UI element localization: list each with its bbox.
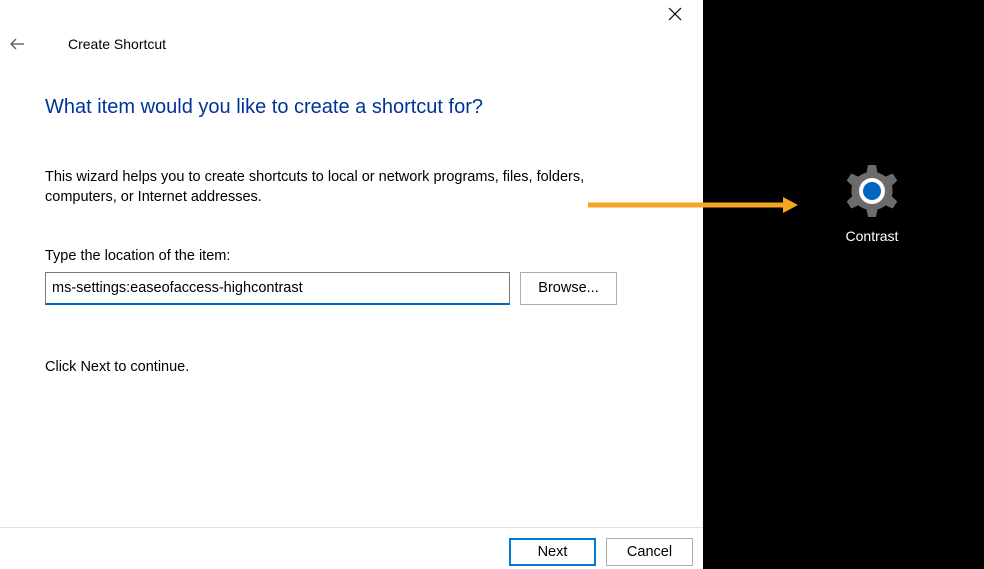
gear-icon — [843, 162, 901, 220]
location-input[interactable] — [45, 272, 510, 305]
wizard-description: This wizard helps you to create shortcut… — [45, 167, 605, 208]
cancel-button[interactable]: Cancel — [606, 538, 693, 566]
browse-button[interactable]: Browse... — [520, 272, 617, 305]
location-row: Browse... — [45, 272, 658, 305]
back-arrow-icon — [8, 35, 26, 53]
close-button[interactable] — [661, 0, 689, 28]
continue-text: Click Next to continue. — [45, 359, 658, 375]
desktop-area: Contrast — [703, 0, 984, 569]
create-shortcut-wizard: Create Shortcut What item would you like… — [0, 0, 703, 569]
next-button[interactable]: Next — [509, 538, 596, 566]
wizard-footer: Next Cancel — [0, 527, 703, 569]
location-label: Type the location of the item: — [45, 248, 658, 264]
desktop-shortcut[interactable]: Contrast — [843, 162, 901, 244]
wizard-content: What item would you like to create a sho… — [45, 96, 658, 375]
arrow-annotation-icon — [588, 195, 798, 215]
close-icon — [668, 7, 682, 21]
wizard-heading: What item would you like to create a sho… — [45, 96, 658, 119]
shortcut-label: Contrast — [846, 228, 899, 244]
wizard-title: Create Shortcut — [68, 36, 166, 52]
back-button[interactable] — [7, 34, 27, 54]
